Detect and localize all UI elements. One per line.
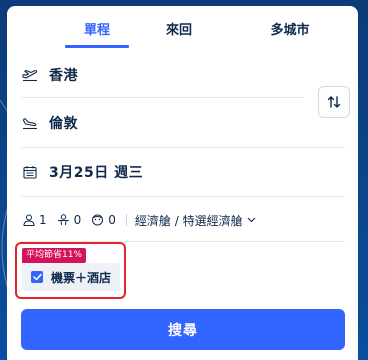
infant-icon — [92, 214, 104, 226]
children-selector[interactable]: 0 — [57, 213, 82, 227]
cabin-class-label: 經濟艙 / 特選經濟艙 — [134, 213, 243, 228]
cabin-class-selector[interactable]: 經濟艙 / 特選經濟艙 — [135, 212, 256, 229]
swap-arrows-icon — [327, 96, 341, 108]
adult-icon — [23, 214, 35, 226]
origin-divider — [21, 97, 303, 98]
active-tab-underline — [65, 45, 129, 48]
tab-round-trip-label: 來回 — [165, 22, 192, 38]
takeoff-icon — [21, 66, 39, 84]
savings-badge: 平均節省11% — [22, 248, 87, 263]
flight-hotel-label: 機票＋酒店 — [51, 270, 112, 285]
tab-multi-city-label: 多城市 — [270, 22, 310, 38]
destination-field[interactable]: 倫敦 — [21, 112, 78, 134]
search-button-label: 搜尋 — [168, 322, 198, 339]
infants-count: 0 — [108, 213, 116, 227]
pax-separator — [125, 214, 127, 226]
children-count: 0 — [73, 213, 82, 227]
tab-one-way[interactable]: 單程 — [65, 6, 129, 50]
tab-one-way-label: 單程 — [83, 22, 110, 38]
origin-field[interactable]: 香港 — [21, 64, 78, 86]
tab-round-trip[interactable]: 來回 — [153, 6, 205, 50]
destination-city: 倫敦 — [49, 116, 78, 132]
trip-type-tabs: 單程 來回 多城市 — [7, 6, 358, 50]
landing-icon — [21, 114, 39, 132]
destination-divider — [21, 147, 345, 148]
date-field[interactable]: 3月25日 週三 — [21, 161, 143, 183]
infants-selector[interactable]: 0 — [91, 213, 116, 227]
flight-search-card: 單程 來回 多城市 香港 倫敦 3月25日 週三 1 0 0 經濟艙 / 特選經… — [7, 6, 358, 360]
passenger-cabin-row: 1 0 0 經濟艙 / 特選經濟艙 — [23, 209, 256, 231]
swap-button[interactable] — [318, 86, 350, 118]
date-divider — [21, 196, 345, 197]
search-button[interactable]: 搜尋 — [21, 309, 345, 350]
calendar-icon — [21, 163, 39, 181]
flight-hotel-checkbox[interactable]: 機票＋酒店 — [22, 263, 120, 291]
chevron-down-icon — [247, 217, 255, 223]
child-icon — [57, 214, 69, 226]
origin-city: 香港 — [49, 68, 78, 84]
departure-date: 3月25日 週三 — [49, 165, 144, 181]
checkbox-checked-icon — [31, 271, 43, 283]
adults-count: 1 — [39, 213, 47, 227]
adults-selector[interactable]: 1 — [23, 213, 47, 227]
tab-multi-city[interactable]: 多城市 — [253, 6, 327, 50]
